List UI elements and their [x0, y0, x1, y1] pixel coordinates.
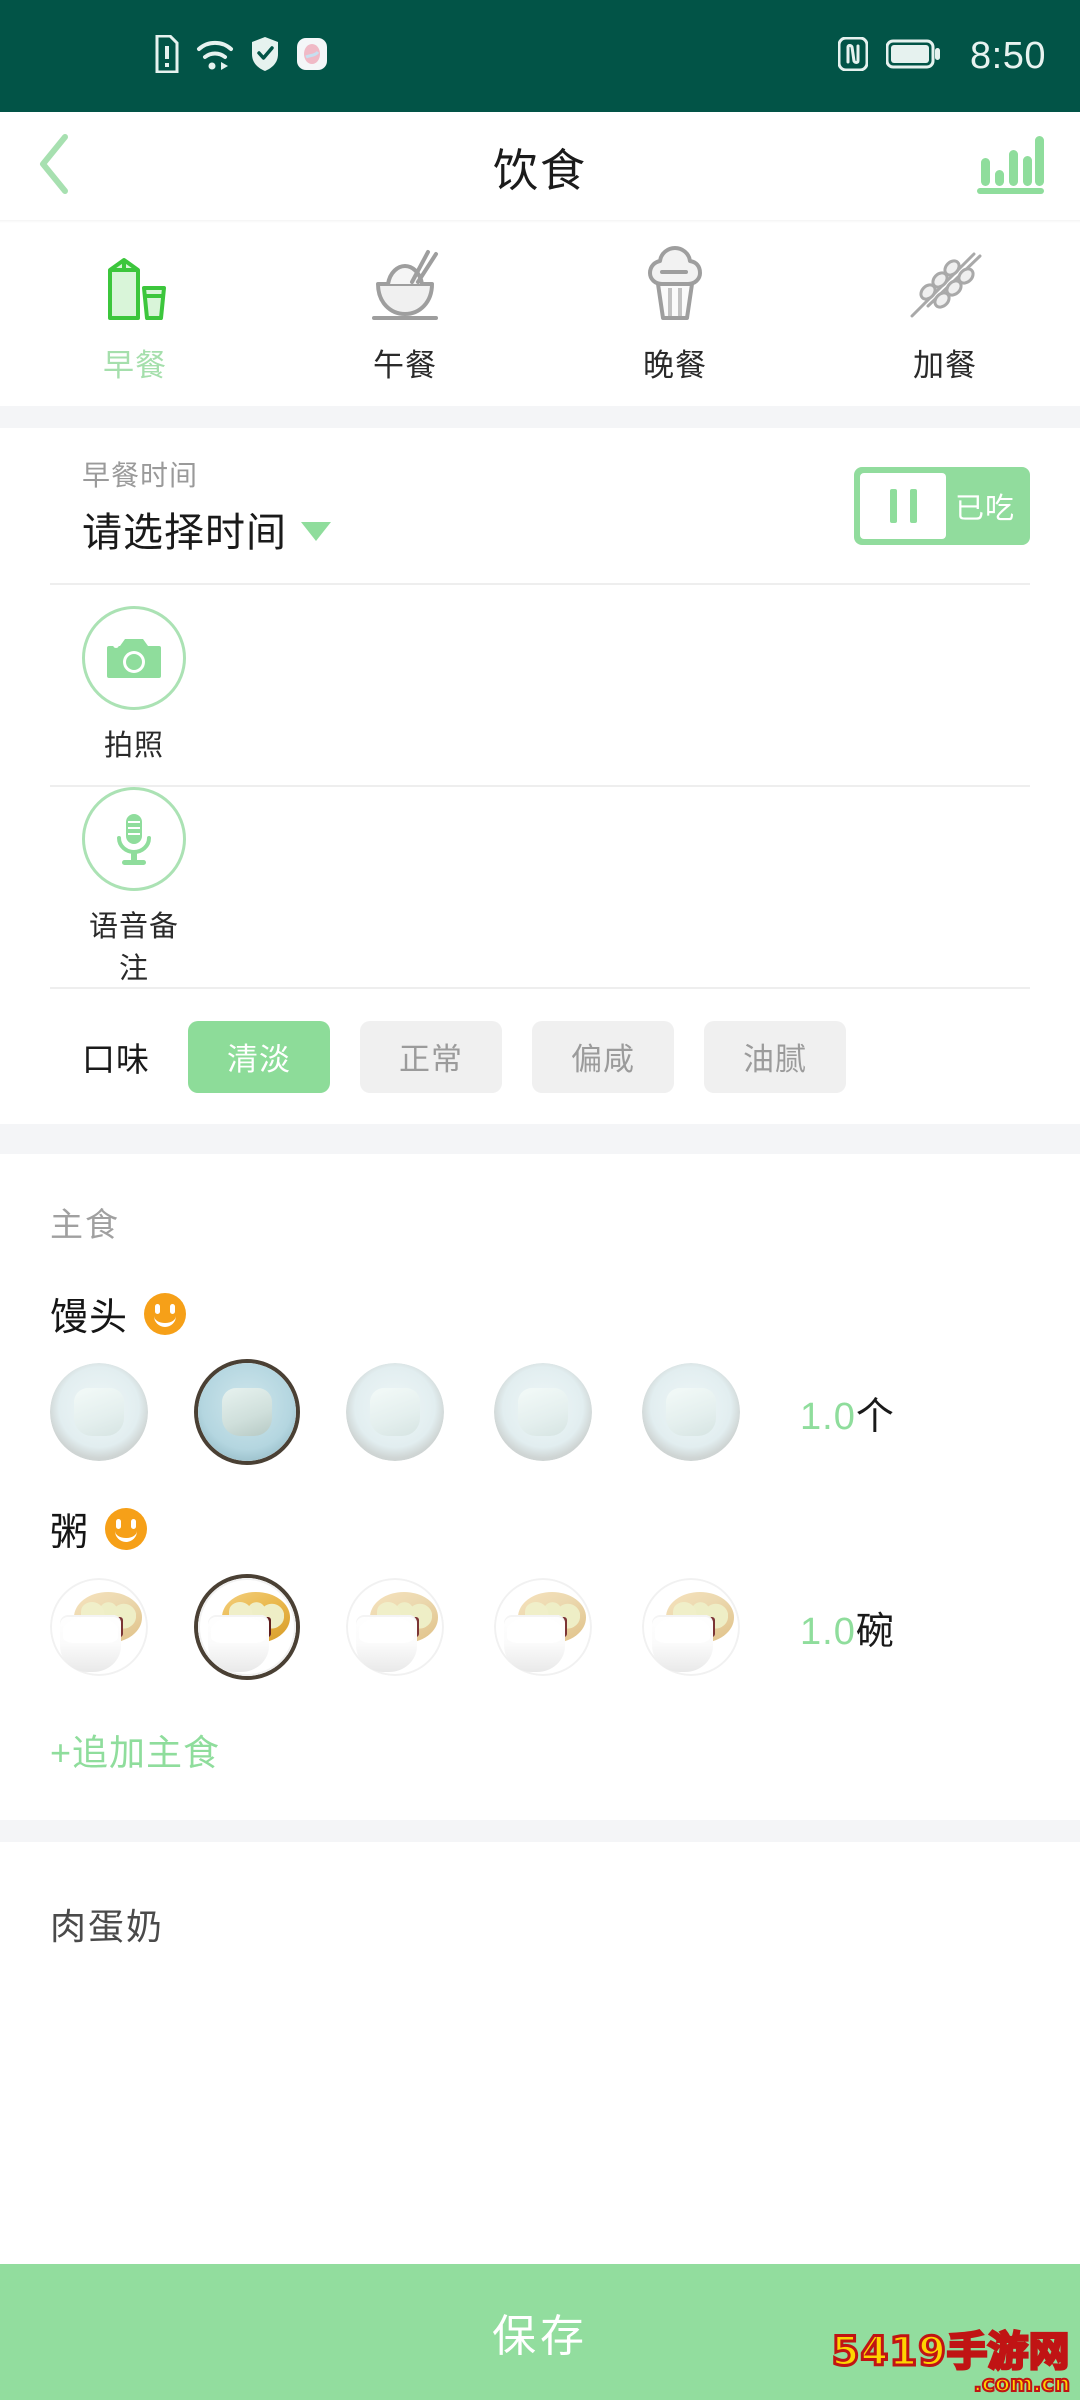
section-title-meat-egg-milk: 肉蛋奶: [50, 1906, 165, 1947]
food-name-row: 粥: [50, 1501, 1080, 1556]
portion-slot: [198, 1578, 346, 1676]
taste-row: 口味 清淡 正常 偏咸 油腻: [0, 989, 1080, 1124]
microphone-icon: [82, 787, 186, 891]
app-icon: [296, 37, 328, 76]
meal-tab-bar: 早餐 午餐 晚餐 加餐: [0, 223, 1080, 406]
portion-option-3[interactable]: [346, 1363, 444, 1461]
tab-snack[interactable]: 加餐: [810, 244, 1080, 385]
section-divider-band: [0, 406, 1080, 428]
add-staple-food-button[interactable]: +追加主食: [0, 1676, 1080, 1820]
save-button-label: 保存: [492, 2312, 588, 2361]
portion-selector-mantou: 1.0个: [50, 1363, 1080, 1461]
food-name-row: 馒头: [50, 1286, 1080, 1341]
taste-label: 口味: [82, 1040, 150, 1078]
portion-option-4[interactable]: [494, 1363, 592, 1461]
page-title: 饮食: [492, 144, 587, 196]
food-name: 粥: [50, 1512, 90, 1554]
portion-slot: [346, 1363, 494, 1461]
meal-time-row: 早餐时间 请选择时间 已吃: [0, 428, 1080, 583]
tab-breakfast[interactable]: 早餐: [0, 244, 270, 385]
meal-time-value: 请选择时间: [82, 510, 287, 555]
portion-slot: [346, 1578, 494, 1676]
portion-selector-zhou: 1.0碗: [50, 1578, 1080, 1676]
portion-slot: [50, 1363, 198, 1461]
eaten-toggle-label: 已吃: [954, 492, 1015, 525]
app-header: 饮食: [0, 112, 1080, 220]
food-name: 馒头: [50, 1297, 129, 1339]
portion-amount-number: 1.0: [800, 1610, 856, 1653]
portion-slot: [50, 1578, 198, 1676]
portion-amount-zhou: 1.0碗: [800, 1600, 895, 1655]
caret-down-icon: [301, 522, 331, 541]
section-meat-egg-milk: 肉蛋奶: [0, 1842, 1080, 1950]
section-title-staple: 主食: [50, 1206, 120, 1243]
rice-bowl-icon: [362, 244, 448, 330]
shield-check-icon: [250, 36, 280, 77]
meal-time-label: 早餐时间: [82, 459, 199, 491]
tab-lunch[interactable]: 午餐: [270, 244, 540, 385]
section-divider-band: [0, 1124, 1080, 1154]
taste-chip-greasy[interactable]: 油腻: [704, 1020, 846, 1093]
portion-slot: [642, 1578, 790, 1676]
portion-amount-unit: 碗: [855, 1610, 895, 1653]
status-bar-clock: 8:50: [970, 34, 1046, 77]
photo-row[interactable]: 拍照: [0, 585, 1080, 785]
portion-option-5[interactable]: [642, 1578, 740, 1676]
status-bar-right-icons: 8:50: [837, 34, 1046, 78]
battery-icon: [885, 39, 942, 74]
section-divider-band: [0, 1820, 1080, 1842]
tab-dinner-label: 晚餐: [643, 348, 707, 383]
watermark-main: 5419手游网: [830, 2329, 1070, 2375]
portion-option-4[interactable]: [494, 1578, 592, 1676]
portion-option-2[interactable]: [198, 1578, 296, 1676]
portion-amount-mantou: 1.0个: [800, 1385, 895, 1440]
taste-chip-light[interactable]: 清淡: [188, 1020, 330, 1093]
voice-note-row[interactable]: 语音备注: [0, 787, 1080, 987]
save-button[interactable]: 保存 5419手游网 .com.cn: [0, 2264, 1080, 2400]
food-item-zhou: 粥 1.0碗: [0, 1461, 1080, 1676]
smiley-icon[interactable]: [144, 1292, 187, 1335]
wifi-icon: [196, 37, 234, 76]
portion-option-5[interactable]: [642, 1363, 740, 1461]
tab-snack-label: 加餐: [913, 348, 977, 383]
cupcake-icon: [632, 244, 718, 330]
taste-chip-normal[interactable]: 正常: [360, 1020, 502, 1093]
voice-note-label: 语音备注: [88, 911, 179, 985]
app-screen: 8:50 饮食 早餐 午餐 晚餐 加餐 早餐时间 请选择时间 已吃 拍照 语音备…: [0, 0, 1080, 2400]
camera-icon: [82, 606, 186, 710]
food-item-mantou: 馒头 1.0个: [0, 1246, 1080, 1461]
portion-option-2[interactable]: [198, 1363, 296, 1461]
portion-amount-unit: 个: [855, 1395, 895, 1438]
milk-carton-icon: [92, 244, 178, 330]
pause-bars-icon: [860, 472, 946, 539]
meal-form-card: 早餐时间 请选择时间 已吃 拍照 语音备注 口味 清淡 正常 偏咸 油腻: [0, 428, 1080, 1124]
photo-label: 拍照: [103, 730, 164, 762]
portion-option-3[interactable]: [346, 1578, 444, 1676]
watermark-sub: .com.cn: [973, 2372, 1071, 2397]
tab-dinner[interactable]: 晚餐: [540, 244, 810, 385]
sim-alert-icon: [154, 34, 180, 78]
portion-slot: [642, 1363, 790, 1461]
status-bar: 8:50: [0, 0, 1080, 112]
portion-slot: [494, 1363, 642, 1461]
wheat-skewer-icon: [902, 244, 988, 330]
taste-chip-salty[interactable]: 偏咸: [532, 1020, 674, 1093]
site-watermark: 5419手游网 .com.cn: [830, 2329, 1071, 2397]
portion-option-1[interactable]: [50, 1363, 148, 1461]
portion-amount-number: 1.0: [800, 1395, 856, 1438]
eaten-toggle[interactable]: 已吃: [854, 466, 1030, 545]
portion-option-1[interactable]: [50, 1578, 148, 1676]
portion-slot: [494, 1578, 642, 1676]
tab-lunch-label: 午餐: [373, 348, 437, 383]
status-bar-left-icons: [154, 34, 328, 78]
section-staple-food: 主食 馒头 1.0个 粥 1.0碗 +追加主食: [0, 1154, 1080, 1820]
meal-time-select[interactable]: 请选择时间: [82, 500, 331, 558]
nfc-icon: [837, 36, 869, 76]
meal-time-field[interactable]: 早餐时间 请选择时间: [82, 454, 331, 558]
tab-breakfast-label: 早餐: [103, 348, 167, 383]
portion-slot: [198, 1363, 346, 1461]
smiley-icon[interactable]: [105, 1507, 148, 1550]
